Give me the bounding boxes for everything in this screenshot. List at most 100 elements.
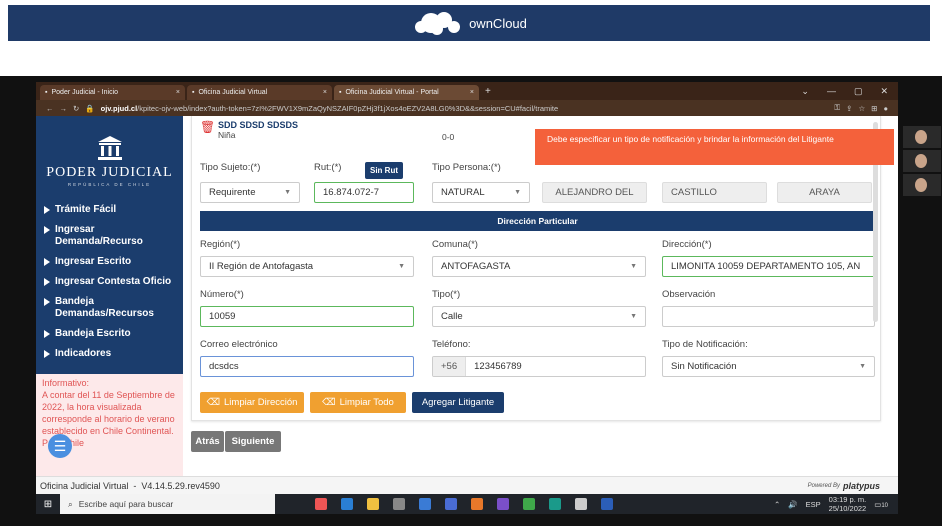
minimize-icon[interactable]: —	[827, 86, 836, 97]
select-value: Calle	[441, 311, 463, 322]
app-icon[interactable]	[393, 498, 405, 510]
correo-label: Correo electrónico	[200, 339, 278, 350]
participant-video[interactable]	[903, 150, 941, 172]
sidebar-item-tramite-facil[interactable]: Trámite Fácil	[36, 200, 183, 220]
extensions-icon[interactable]: ⊞	[871, 104, 877, 113]
input-value: 16.874.072-7	[323, 187, 379, 198]
close-tab-icon[interactable]: ×	[176, 89, 180, 96]
clock[interactable]: 03:19 p. m. 25/10/2022	[829, 495, 867, 513]
volume-icon[interactable]: 🔊	[788, 500, 797, 509]
region-select[interactable]: II Región de Antofagasta ▼	[200, 256, 414, 277]
email-field[interactable]: dcsdcs	[200, 356, 414, 377]
firefox-icon[interactable]	[471, 498, 483, 510]
participant-video[interactable]	[903, 126, 941, 148]
participant-tile[interactable]	[904, 293, 940, 311]
apellido-paterno-field: CASTILLO	[662, 182, 767, 203]
maximize-icon[interactable]: ▢	[854, 86, 863, 97]
participant-tile[interactable]	[904, 217, 940, 235]
observacion-label: Observación	[662, 289, 716, 300]
sidebar-item-ingresar-escrito[interactable]: Ingresar Escrito	[36, 252, 183, 272]
chevron-up-icon[interactable]: ⌃	[774, 500, 780, 509]
language-indicator[interactable]: ESP	[806, 500, 821, 509]
triangle-right-icon	[44, 298, 50, 306]
sidebar-item-bandeja-escrito[interactable]: Bandeja Escrito	[36, 324, 183, 344]
opera-icon[interactable]	[315, 498, 327, 510]
error-toast[interactable]: Debe especificar un tipo de notificación…	[535, 129, 894, 165]
url-text[interactable]: ojv.pjud.cl/kpitec-ojv-web/index?auth-to…	[101, 104, 829, 113]
profile-avatar-icon[interactable]: ●	[883, 104, 888, 113]
siguiente-button[interactable]: Siguiente	[225, 431, 281, 452]
file-explorer-icon[interactable]	[367, 498, 379, 510]
browser-tab-active[interactable]: ▪ Oficina Judicial Virtual - Portal ×	[334, 85, 479, 100]
sidebar-item-indicadores[interactable]: Indicadores	[36, 344, 183, 364]
tipo-sujeto-select[interactable]: Requirente ▼	[200, 182, 300, 203]
limpiar-todo-button[interactable]: ⌫ Limpiar Todo	[310, 392, 406, 413]
key-icon[interactable]: ⚿	[834, 103, 840, 113]
participant-tile[interactable]	[904, 198, 940, 216]
menu-fab-button[interactable]: ☰	[48, 434, 72, 458]
rut-input[interactable]: 16.874.072-7	[314, 182, 414, 203]
observacion-input[interactable]	[662, 306, 875, 327]
close-window-icon[interactable]: ✕	[880, 86, 888, 97]
address-bar[interactable]: ← → ↻ 🔒 ojv.pjud.cl/kpitec-ojv-web/index…	[36, 100, 898, 116]
lock-icon: 🔒	[85, 103, 95, 113]
telefono-label: Teléfono:	[432, 339, 471, 350]
atras-button[interactable]: Atrás	[191, 431, 224, 452]
vs-icon[interactable]	[497, 498, 509, 510]
sidebar-item-ingresar-demanda[interactable]: Ingresar Demanda/Recurso	[36, 220, 183, 252]
back-icon[interactable]: ←	[46, 104, 54, 113]
notification-icon[interactable]: ▭10	[874, 500, 888, 509]
agregar-litigante-button[interactable]: Agregar Litigante	[412, 392, 504, 413]
share-icon[interactable]: ⇪	[846, 104, 852, 113]
new-tab-icon[interactable]: +	[485, 86, 491, 97]
store-icon[interactable]	[419, 498, 431, 510]
page-footer: Oficina Judicial Virtual - V4.14.5.29.re…	[36, 476, 898, 494]
direccion-input[interactable]: LIMONITA 10059 DEPARTAMENTO 105, AN	[662, 256, 875, 277]
participant-video[interactable]	[903, 174, 941, 196]
phone-prefix: +56	[433, 357, 467, 376]
sidebar-item-label: Bandeja Demandas/Recursos	[55, 296, 154, 319]
numero-input[interactable]: 10059	[200, 306, 414, 327]
close-tab-icon[interactable]: ×	[323, 89, 327, 96]
sidebar-item-contesta-oficio[interactable]: Ingresar Contesta Oficio	[36, 272, 183, 292]
word-icon[interactable]	[601, 498, 613, 510]
shared-screen-browser: ▪ Poder Judicial - Inicio × ▪ Oficina Judic…	[36, 82, 898, 494]
poder-judicial-logo[interactable]: PODER JUDICIAL REPÚBLICA DE CHILE	[36, 116, 183, 200]
tipo-sujeto-label: Tipo Sujeto:(*)	[200, 162, 261, 173]
taskbar-search-input[interactable]: ⌕ Escribe aquí para buscar	[60, 494, 275, 514]
sidebar-item-bandeja-demandas[interactable]: Bandeja Demandas/Recursos	[36, 292, 183, 324]
caret-down-icon: ▼	[398, 263, 405, 270]
telefono-input[interactable]: +56 123456789	[432, 356, 646, 377]
eraser-icon: ⌫	[322, 397, 336, 408]
edge-icon[interactable]	[341, 498, 353, 510]
comuna-select[interactable]: ANTOFAGASTA ▼	[432, 256, 646, 277]
participant-tile[interactable]	[904, 274, 940, 292]
app-icon[interactable]	[549, 498, 561, 510]
participant-tile[interactable]	[904, 236, 940, 254]
tipo-notificacion-select[interactable]: Sin Notificación ▼	[662, 356, 875, 377]
sin-rut-button[interactable]: Sin Rut	[365, 162, 403, 179]
triangle-right-icon	[44, 258, 50, 266]
teams-icon[interactable]	[445, 498, 457, 510]
reload-icon[interactable]: ↻	[73, 104, 79, 113]
windows-start-icon[interactable]: ⊞	[36, 499, 60, 510]
tipo-persona-select[interactable]: NATURAL ▼	[432, 182, 530, 203]
direccion-label: Dirección(*)	[662, 239, 712, 250]
owncloud-bar: ownCloud	[8, 5, 930, 41]
snip-icon[interactable]	[575, 498, 587, 510]
browser-tab[interactable]: ▪ Poder Judicial - Inicio ×	[40, 85, 185, 100]
participant-tile[interactable]	[904, 255, 940, 273]
powered-by: Powered By platypus	[808, 481, 880, 491]
browser-tab[interactable]: ▪ Oficina Judicial Virtual ×	[187, 85, 332, 100]
triangle-right-icon	[44, 350, 50, 358]
chrome-icon[interactable]	[523, 498, 535, 510]
bookmark-star-icon[interactable]: ☆	[858, 104, 865, 113]
tipo-select[interactable]: Calle ▼	[432, 306, 646, 327]
limpiar-direccion-button[interactable]: ⌫ Limpiar Dirección	[200, 392, 304, 413]
chevron-down-icon[interactable]: ⌄	[801, 86, 809, 97]
forward-icon[interactable]: →	[60, 104, 68, 113]
close-tab-icon[interactable]: ×	[470, 89, 474, 96]
owncloud-logo-icon	[415, 12, 461, 35]
search-icon: ⌕	[68, 498, 73, 509]
trash-icon[interactable]: 🗑	[200, 120, 215, 134]
